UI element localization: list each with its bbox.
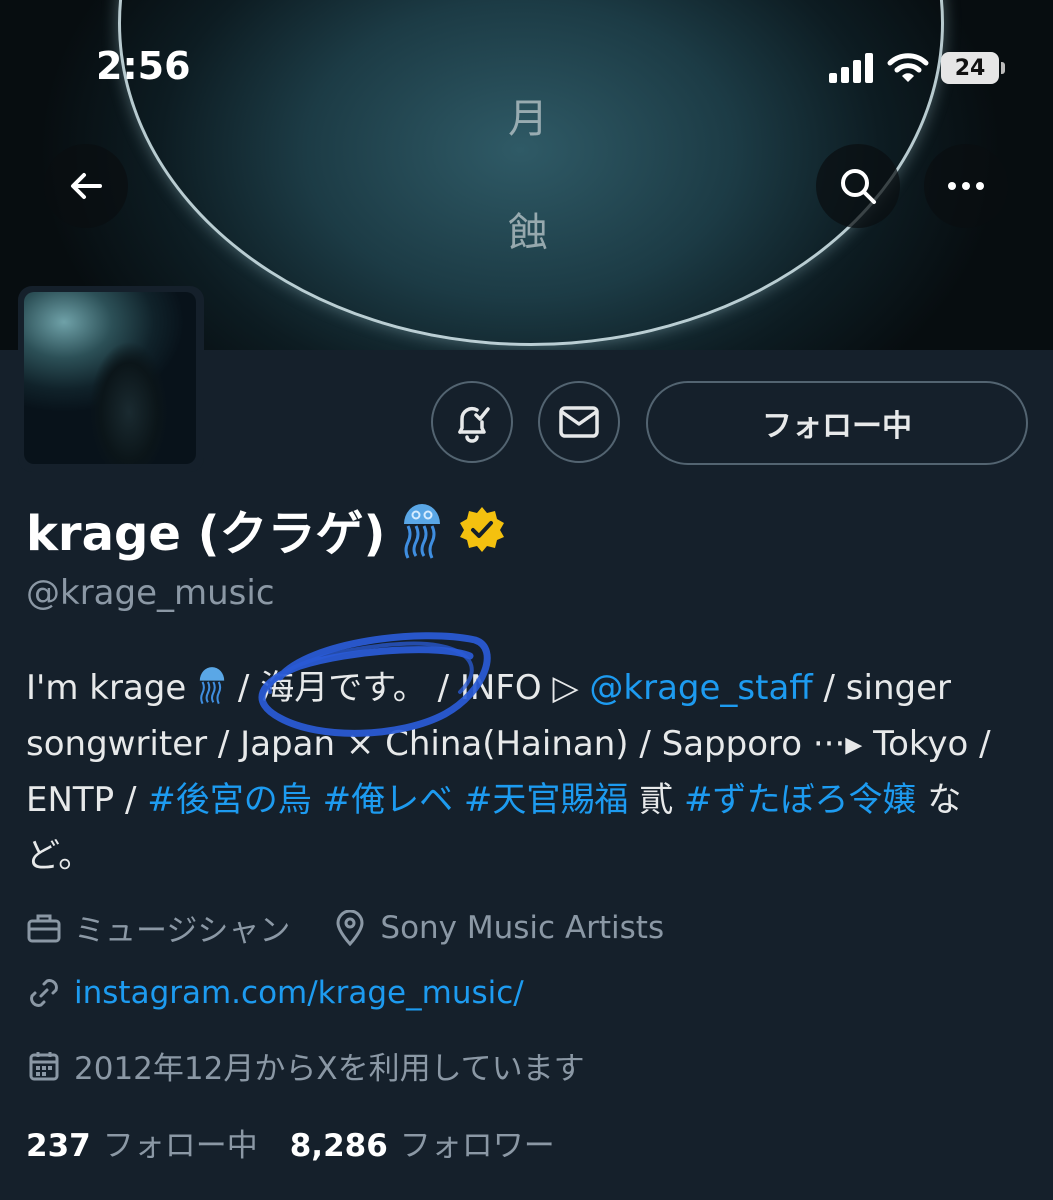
banner-kanji-bottom: 蝕	[508, 210, 548, 256]
more-icon	[948, 182, 984, 190]
jellyfish-emoji	[403, 504, 440, 559]
notification-button[interactable]	[431, 381, 513, 463]
profile-bio: I'm krage / 海月です。 / INFO ▷ @krage_staff …	[26, 660, 1026, 884]
status-time: 2:56	[96, 44, 191, 88]
profile-category: ミュージシャン Sony Music Artists	[26, 905, 664, 950]
display-name: krage (クラゲ)	[26, 506, 386, 562]
following-count: 237	[26, 1128, 91, 1164]
location-icon	[332, 909, 368, 946]
battery-icon: 24	[941, 52, 999, 84]
battery-cap	[1001, 62, 1005, 74]
follow-stats: 237 フォロー中 8,286 フォロワー	[26, 1120, 555, 1165]
followers-count: 8,286	[289, 1128, 388, 1164]
profile-website[interactable]: instagram.com/krage_music/	[26, 975, 524, 1011]
following-stat[interactable]: 237 フォロー中	[26, 1120, 258, 1165]
profile-joined: 2012年12月からXを利用しています	[26, 1043, 585, 1088]
mail-icon	[559, 406, 599, 438]
avatar[interactable]	[18, 286, 204, 472]
avatar-figure	[84, 332, 174, 464]
followers-stat[interactable]: 8,286 フォロワー	[290, 1120, 555, 1165]
category-text: ミュージシャン	[74, 913, 291, 949]
bio-text: 貳	[628, 780, 685, 820]
more-button[interactable]	[924, 144, 1008, 228]
search-icon	[841, 169, 876, 204]
hashtag-link[interactable]: #ずたぼろ令嬢	[684, 780, 917, 820]
back-button[interactable]	[44, 144, 128, 228]
joined-text: 2012年12月からXを利用しています	[74, 1051, 585, 1087]
followers-label: フォロワー	[399, 1128, 555, 1164]
following-label: フォロー中	[102, 1128, 258, 1164]
hashtag-link[interactable]: #天官賜福	[464, 780, 629, 820]
calendar-icon	[26, 1048, 62, 1084]
mention-link[interactable]: @krage_staff	[589, 668, 812, 708]
search-button[interactable]	[816, 144, 900, 228]
name-row: krage (クラゲ)	[26, 494, 506, 564]
user-handle: @krage_music	[26, 573, 275, 613]
following-button[interactable]: フォロー中	[646, 381, 1028, 465]
hashtag-link[interactable]: #俺レベ	[323, 780, 454, 820]
bio-text: / 海月です。 / INFO ▷	[227, 668, 590, 708]
wifi-icon	[887, 53, 929, 82]
signal-icon	[829, 53, 873, 83]
banner-kanji-top: 月	[508, 96, 548, 142]
verified-badge-icon[interactable]	[458, 505, 506, 553]
avatar-image	[24, 292, 196, 464]
message-button[interactable]	[538, 381, 620, 463]
hashtag-link[interactable]: #後宮の烏	[147, 780, 312, 820]
link-icon	[26, 975, 62, 1011]
arrow-left-icon	[71, 173, 102, 199]
briefcase-icon	[26, 910, 62, 946]
jellyfish-emoji	[199, 667, 225, 705]
bio-text: I'm krage	[26, 668, 198, 708]
website-link[interactable]: instagram.com/krage_music/	[74, 975, 524, 1011]
bell-check-icon	[458, 406, 490, 443]
location-text: Sony Music Artists	[380, 909, 665, 946]
status-icons: 24	[829, 48, 1005, 88]
